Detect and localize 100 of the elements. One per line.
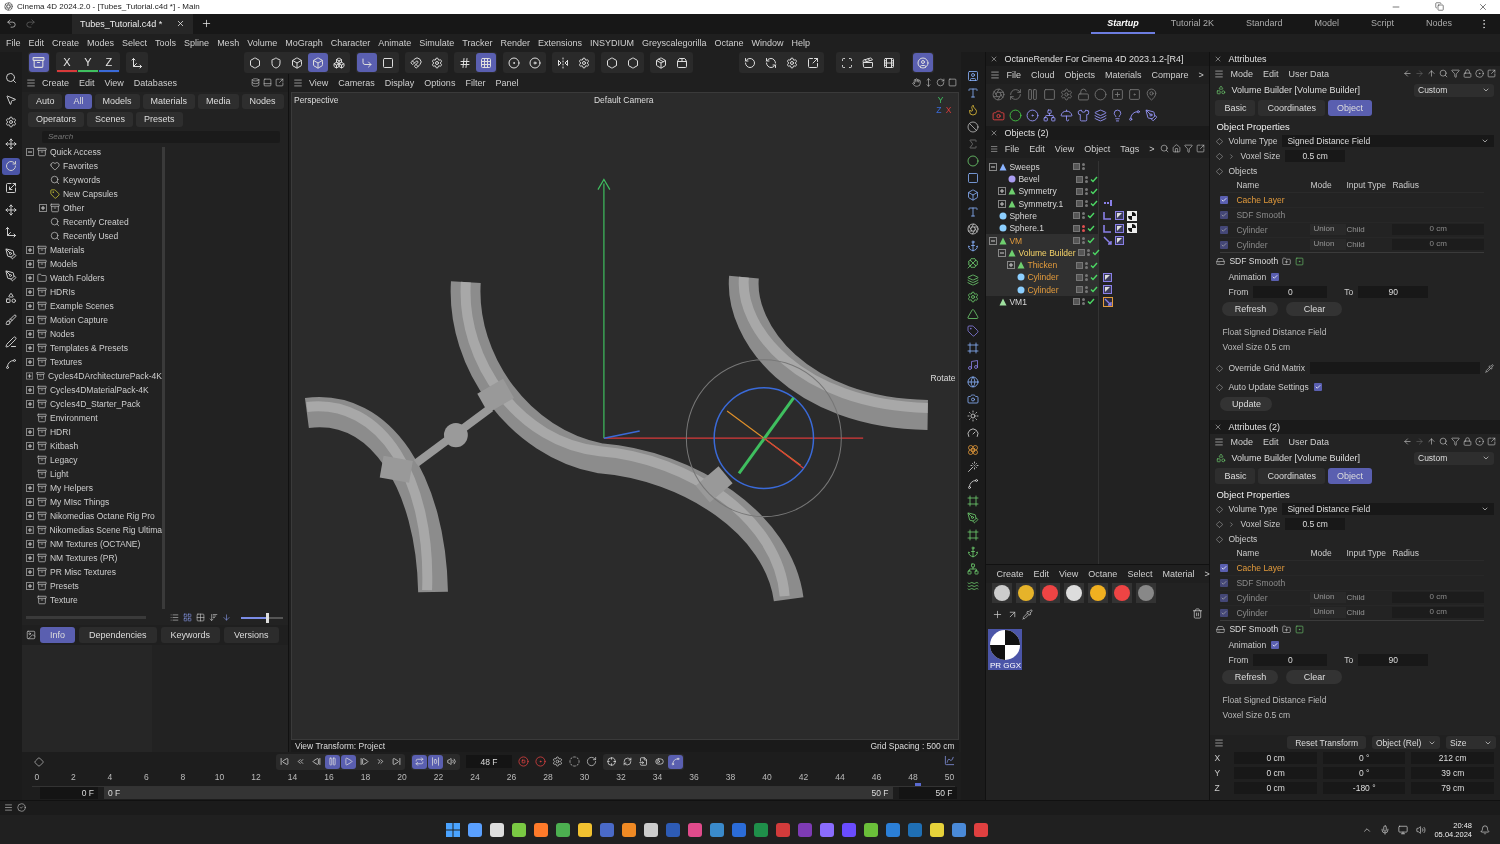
filter-tab[interactable]: Models xyxy=(94,93,140,109)
voxel-size-field[interactable]: 0.5 cm xyxy=(1285,150,1346,163)
menu-item[interactable]: Compare xyxy=(1147,69,1193,80)
object-name[interactable]: Sphere.1 xyxy=(1009,223,1044,234)
tree-item[interactable]: HDRI xyxy=(49,426,71,437)
tab[interactable]: Object xyxy=(1328,99,1372,116)
update-button[interactable]: Update xyxy=(1220,397,1273,412)
layout-tab[interactable]: Model xyxy=(1298,13,1355,34)
menu-item[interactable]: File xyxy=(1002,69,1025,80)
axis-lock-button[interactable]: Y xyxy=(77,53,98,73)
menu-item[interactable]: Edit xyxy=(75,77,99,88)
menu-item[interactable]: Animate xyxy=(374,37,416,48)
menu-item[interactable]: Objects xyxy=(1060,69,1099,80)
search-field[interactable]: Search xyxy=(41,130,280,143)
menu-item[interactable]: Octane xyxy=(710,37,748,48)
to-field[interactable]: 90 xyxy=(1358,654,1429,667)
menu-item[interactable]: > xyxy=(1194,69,1208,80)
menu-item[interactable]: Material xyxy=(1158,568,1199,579)
radius-field[interactable]: 0 cm xyxy=(1392,224,1484,236)
menu-item[interactable]: Tags xyxy=(1116,143,1144,154)
tab[interactable]: Basic xyxy=(1215,467,1256,484)
object-name[interactable]: VM1 xyxy=(1009,297,1027,307)
tree-item[interactable]: Nikomedias Octane Rig Pro xyxy=(49,510,155,521)
filter-tab[interactable]: Auto xyxy=(27,93,63,109)
preset-dropdown[interactable]: Custom xyxy=(1414,83,1494,97)
object-name[interactable]: Volume Builder xyxy=(1018,247,1076,258)
tab[interactable]: Versions xyxy=(224,626,279,643)
size-field[interactable]: 212 cm xyxy=(1411,752,1494,765)
menu-item[interactable]: Mode xyxy=(1226,436,1257,447)
position-field[interactable]: 0 cm xyxy=(1234,782,1317,795)
mode-dropdown[interactable]: Union xyxy=(1310,224,1347,236)
tree-item[interactable]: Legacy xyxy=(49,454,78,465)
button[interactable]: Clear xyxy=(1286,670,1343,685)
radius-field[interactable]: 0 cm xyxy=(1392,607,1484,619)
tree-item[interactable]: My MIsc Things xyxy=(49,496,110,507)
menu-item[interactable]: Render xyxy=(496,37,534,48)
menu-item[interactable]: Edit xyxy=(1258,68,1283,79)
tree-item[interactable]: Kitbash xyxy=(49,440,79,451)
tree-item[interactable]: Models xyxy=(49,258,78,269)
rotation-field[interactable]: 0 ° xyxy=(1322,752,1406,765)
menu-item[interactable]: View xyxy=(1050,143,1079,154)
tree-item[interactable]: Cycles4D_Starter_Pack xyxy=(49,398,141,409)
preset-dropdown[interactable]: Custom xyxy=(1414,451,1494,465)
filter-tab[interactable]: Materials xyxy=(142,93,196,109)
tree-item[interactable]: Motion Capture xyxy=(49,314,109,325)
menu-item[interactable]: Character xyxy=(326,37,375,48)
object-row[interactable]: Symmetry.1 xyxy=(986,197,1099,210)
tree-item[interactable]: Nodes xyxy=(49,328,75,339)
tree-item[interactable]: Presets xyxy=(49,580,79,591)
tree-item[interactable]: Recently Created xyxy=(62,216,129,227)
menu-item[interactable]: Mode xyxy=(1226,68,1257,79)
menu-item[interactable]: Modes xyxy=(83,37,119,48)
tree-item[interactable]: My Helpers xyxy=(49,482,93,493)
to-field[interactable]: 90 xyxy=(1358,286,1429,299)
menu-item[interactable]: Select xyxy=(118,37,152,48)
tree-item[interactable]: New Capsules xyxy=(62,188,118,199)
menu-item[interactable]: Window xyxy=(747,37,788,48)
menu-item[interactable]: File xyxy=(1000,143,1024,154)
menu-item[interactable]: Create xyxy=(992,568,1028,579)
tab[interactable]: Info xyxy=(39,626,75,643)
layout-tab[interactable]: Script xyxy=(1354,13,1410,34)
mode-dropdown[interactable]: Union xyxy=(1310,592,1347,604)
menu-item[interactable]: Edit xyxy=(1258,436,1283,447)
tab[interactable]: Coordinates xyxy=(1258,467,1325,484)
position-field[interactable]: 0 cm xyxy=(1234,752,1317,765)
end-frame-field[interactable]: 50 F xyxy=(898,787,957,800)
rotation-field[interactable]: 0 ° xyxy=(1322,767,1406,780)
object-name[interactable]: Sweeps xyxy=(1009,161,1040,172)
tab[interactable]: Keywords xyxy=(160,626,221,643)
tab[interactable]: Basic xyxy=(1215,99,1256,116)
tree-item[interactable]: Example Scenes xyxy=(49,300,114,311)
menu-item[interactable]: Materials xyxy=(1101,69,1146,80)
tree-item[interactable]: Favorites xyxy=(62,160,98,171)
menu-item[interactable]: Edit xyxy=(24,37,49,48)
filter-tab[interactable]: Scenes xyxy=(87,111,134,127)
filter-tab[interactable]: Operators xyxy=(27,111,84,127)
current-frame-field[interactable]: 48 F xyxy=(465,755,512,769)
document-tab[interactable]: Tubes_Tutorial.c4d * xyxy=(72,13,194,34)
tree-item[interactable]: Cycles4DMaterialPack-4K xyxy=(49,384,149,395)
tree-item[interactable]: Recently Used xyxy=(62,230,119,241)
tree-item[interactable]: Quick Access xyxy=(49,146,101,157)
object-name[interactable]: Bevel xyxy=(1018,174,1040,184)
tree-item[interactable]: Cycles4DArchitecturePack-4K xyxy=(48,370,162,381)
button[interactable]: Clear xyxy=(1286,302,1343,317)
menu-item[interactable]: Options xyxy=(420,77,460,88)
tab[interactable]: Object xyxy=(1328,467,1372,484)
filter-tab[interactable]: Presets xyxy=(136,111,183,127)
tree-item[interactable]: Materials xyxy=(49,244,85,255)
tree-item[interactable]: Watch Folders xyxy=(49,272,105,283)
tree-item[interactable]: HDRIs xyxy=(49,286,75,297)
menu-item[interactable]: Help xyxy=(787,37,815,48)
menu-item[interactable]: View xyxy=(100,77,128,88)
tree-item[interactable]: Textures xyxy=(49,356,83,367)
axis-lock-button[interactable]: X xyxy=(56,53,77,73)
menu-item[interactable]: Panel xyxy=(491,77,523,88)
menu-item[interactable]: Mesh xyxy=(213,37,244,48)
mode-dropdown[interactable]: Union xyxy=(1310,239,1347,251)
menu-item[interactable]: Select xyxy=(1123,568,1157,579)
menu-item[interactable]: Greyscalegorilla xyxy=(638,37,711,48)
coordinate-mode-dropdown[interactable]: Object (Rel) xyxy=(1372,736,1440,750)
